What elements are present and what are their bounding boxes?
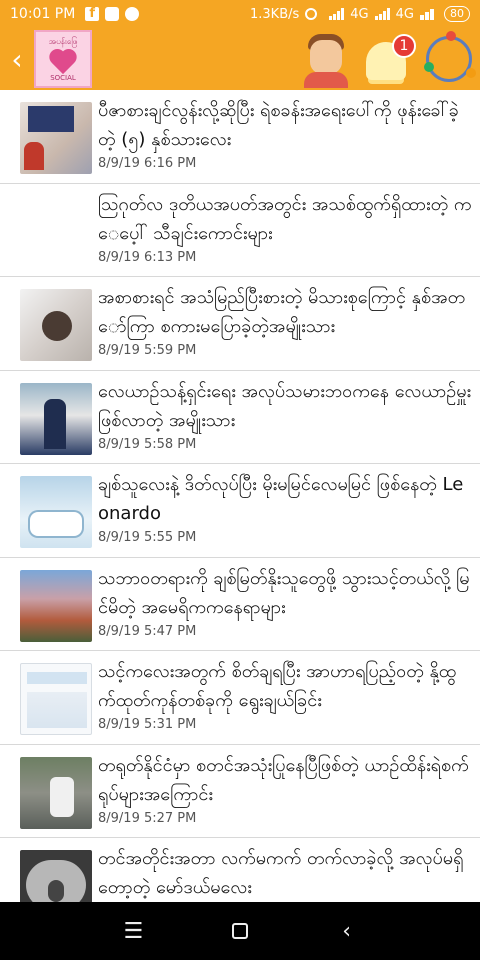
signal-2-icon xyxy=(374,8,390,20)
notification-badge: 1 xyxy=(392,34,416,58)
article-date: 8/9/19 6:13 PM xyxy=(98,249,197,265)
battery-indicator: 80 xyxy=(444,6,470,22)
article-thumbnail xyxy=(20,663,92,735)
article-title: သဘာဝတရားကို ချစ်မြတ်နိုးသူတွေဖို့ သွားသင… xyxy=(98,567,470,618)
message-icon xyxy=(105,7,120,21)
article-title: တင်အတိုင်းအတာ လက်မကက် တက်လာခဲ့လို့ အလုပ်… xyxy=(98,848,464,898)
list-item[interactable]: လေယာဉ်သန့်ရှင်းရေး အလုပ်သမားဘဝကနေ လေယာဉ်… xyxy=(0,371,480,464)
article-title: အစာစားရင် အသံမြည်ပြီးစားတဲ့ မိသားစုကြောင… xyxy=(98,287,466,337)
article-title: တရုတ်နိုင်ငံမှာ စတင်အသုံးပြုနေပြီဖြစ်တဲ့… xyxy=(98,754,469,805)
article-title: သင့်ကလေးအတွက် စိတ်ချရပြီး အာဟာရပြည့်ဝတဲ့… xyxy=(98,661,457,711)
article-date: 8/9/19 5:55 PM xyxy=(98,530,197,545)
article-title: ပီဇာစားချင်လွန်းလို့ဆိုပြီး ရဲစခန်းအရေးပ… xyxy=(98,100,459,150)
list-item[interactable]: သင့်ကလေးအတွက် စိတ်ချရပြီး အာဟာရပြည့်ဝတဲ့… xyxy=(0,651,480,745)
menu-icon: ☰ xyxy=(123,918,144,944)
article-date: 8/9/19 5:59 PM xyxy=(98,343,197,358)
article-date: 8/9/19 5:27 PM xyxy=(98,810,197,826)
article-date: 8/9/19 5:58 PM xyxy=(98,436,197,452)
app-bar: ‹ အပန်းဖြေ SOCIAL 1 xyxy=(0,28,480,90)
article-thumbnail xyxy=(20,476,92,548)
app-logo[interactable]: အပန်းဖြေ SOCIAL xyxy=(34,30,92,88)
chevron-left-icon: ‹ xyxy=(11,42,23,76)
notifications-button[interactable]: 1 xyxy=(358,28,418,90)
back-button[interactable]: ‹ xyxy=(0,28,34,90)
heart-icon xyxy=(48,50,78,72)
article-thumbnail xyxy=(20,850,92,902)
home-button[interactable] xyxy=(220,911,260,951)
network-type-1: 4G xyxy=(350,6,369,22)
article-title: ချစ်သူလေးနဲ့ ဒိတ်လုပ်ပြီး မိုးမမြင်လေမမြ… xyxy=(98,474,464,524)
article-thumbnail xyxy=(20,756,92,829)
menu-button[interactable]: ☰ xyxy=(113,911,153,951)
news-feed[interactable]: ပီဇာစားချင်လွန်းလို့ဆိုပြီး ရဲစခန်းအရေးပ… xyxy=(0,90,480,902)
back-nav-button[interactable]: ‹ xyxy=(327,911,367,951)
article-thumbnail xyxy=(20,569,92,642)
app-notification-icon xyxy=(125,7,140,21)
article-thumbnail xyxy=(20,102,92,174)
signal-1-icon xyxy=(329,8,345,20)
alarm-icon xyxy=(305,8,318,20)
article-title: လေယာဉ်သန့်ရှင်းရေး အလုပ်သမားဘဝကနေ လေယာဉ်… xyxy=(98,380,472,431)
list-item[interactable]: အစာစားရင် အသံမြည်ပြီးစားတဲ့ မိသားစုကြောင… xyxy=(0,277,480,371)
article-date: 8/9/19 5:31 PM xyxy=(98,717,197,732)
logo-text: အပန်းဖြေ xyxy=(48,37,78,46)
article-thumbnail xyxy=(20,289,92,361)
list-item[interactable]: တင်အတိုင်းအတာ လက်မကက် တက်လာခဲ့လို့ အလုပ်… xyxy=(0,838,480,902)
wifi-icon xyxy=(420,8,434,20)
list-item[interactable]: တရုတ်နိုင်ငံမှာ စတင်အသုံးပြုနေပြီဖြစ်တဲ့… xyxy=(0,745,480,838)
facebook-icon xyxy=(85,6,100,21)
home-icon xyxy=(231,923,248,939)
profile-avatar[interactable] xyxy=(302,30,350,88)
list-item[interactable]: သဘာဝတရားကို ချစ်မြတ်နိုးသူတွေဖို့ သွားသင… xyxy=(0,558,480,651)
network-type-2: 4G xyxy=(395,6,414,22)
article-thumbnail xyxy=(20,382,92,455)
list-item[interactable]: ဩဂုတ်လ ဒုတိယအပတ်အတွင်း အသစ်ထွက်ရှိထားတဲ့… xyxy=(0,184,480,277)
article-date: 8/9/19 6:16 PM xyxy=(98,156,197,171)
article-thumbnail xyxy=(20,196,92,268)
article-title: ဩဂုတ်လ ဒုတိယအပတ်အတွင်း အသစ်ထွက်ရှိထားတဲ့… xyxy=(98,193,472,244)
back-icon: ‹ xyxy=(342,918,352,944)
system-nav-bar: ☰ ‹ xyxy=(0,902,480,960)
status-bar: 10:01 PM 1.3KB/s 4G 4G 80 xyxy=(0,0,480,28)
share-button[interactable] xyxy=(418,28,480,90)
status-time: 10:01 PM xyxy=(10,6,76,22)
network-speed: 1.3KB/s xyxy=(250,6,300,22)
list-item[interactable]: ချစ်သူလေးနဲ့ ဒိတ်လုပ်ပြီး မိုးမမြင်လေမမြ… xyxy=(0,464,480,558)
logo-sub: SOCIAL xyxy=(50,74,76,82)
share-icon xyxy=(426,36,472,82)
article-date: 8/9/19 5:47 PM xyxy=(98,623,197,639)
list-item[interactable]: ပီဇာစားချင်လွန်းလို့ဆိုပြီး ရဲစခန်းအရေးပ… xyxy=(0,90,480,184)
